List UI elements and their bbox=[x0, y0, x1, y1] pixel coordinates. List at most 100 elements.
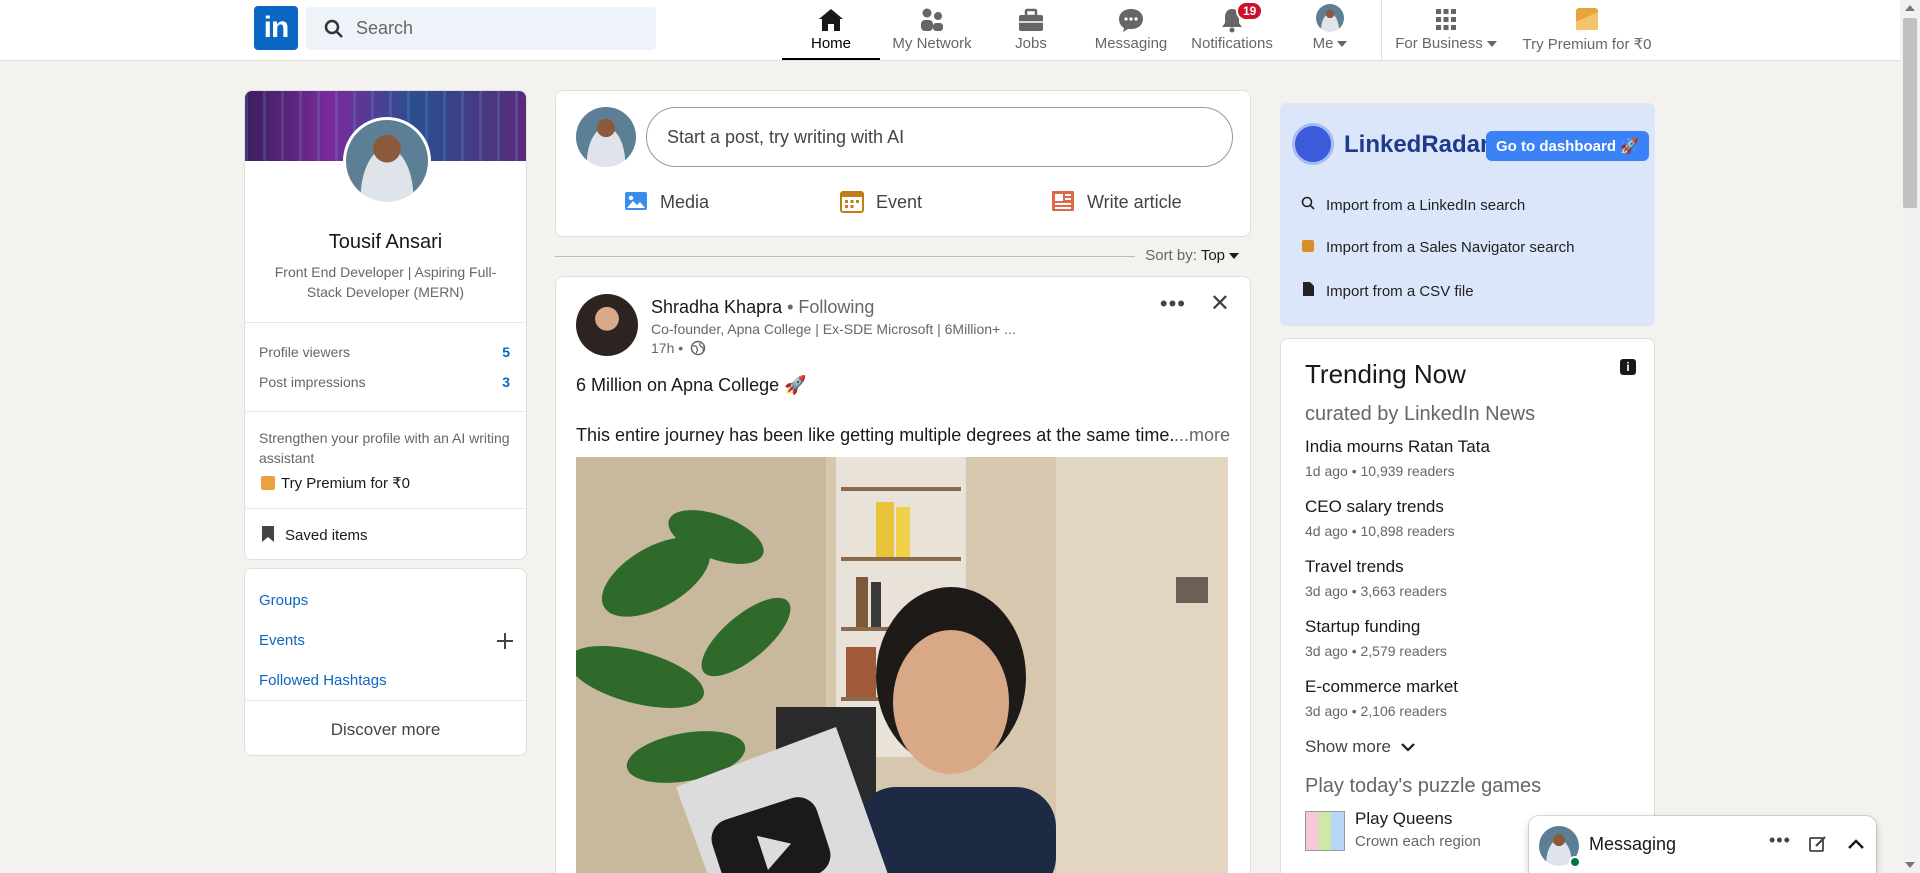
nav-try-premium[interactable]: Try Premium for ₹0 bbox=[1516, 0, 1658, 60]
caret-down-icon bbox=[1486, 41, 1497, 48]
sort-dropdown[interactable]: Sort by: Top bbox=[1145, 247, 1239, 264]
nav-my-network[interactable]: My Network bbox=[880, 0, 984, 60]
divider bbox=[245, 411, 526, 412]
nav-label: For Business bbox=[1392, 35, 1500, 52]
scroll-up-icon[interactable] bbox=[1905, 5, 1915, 11]
nav-messaging[interactable]: Messaging bbox=[1084, 0, 1178, 60]
puzzle-name[interactable]: Play Queens bbox=[1355, 809, 1452, 829]
stat-profile-viewers[interactable]: Profile viewers 5 bbox=[259, 344, 512, 360]
people-icon bbox=[921, 8, 943, 31]
nav-for-business[interactable]: For Business bbox=[1392, 0, 1500, 60]
show-more-button[interactable]: Show more bbox=[1305, 737, 1416, 757]
post-text-line: This entire journey has been like gettin… bbox=[576, 425, 1175, 445]
followed-hashtags-link[interactable]: Followed Hashtags bbox=[259, 672, 387, 689]
divider bbox=[555, 256, 1135, 257]
article-icon bbox=[1052, 191, 1074, 211]
saved-items-link[interactable]: Saved items bbox=[261, 525, 368, 544]
trending-item[interactable]: E-commerce market 3d ago • 2,106 readers bbox=[1305, 677, 1458, 719]
chevron-down-icon bbox=[1400, 743, 1415, 752]
stat-value: 5 bbox=[502, 344, 510, 360]
nav-label: Notifications bbox=[1191, 35, 1273, 52]
profile-name[interactable]: Tousif Ansari bbox=[245, 231, 526, 254]
nav-divider bbox=[1381, 0, 1382, 60]
trending-card: Trending Now i curated by LinkedIn News … bbox=[1280, 338, 1655, 873]
nav-notifications[interactable]: 19 Notifications bbox=[1182, 0, 1282, 60]
nav-label: Me bbox=[1290, 35, 1370, 52]
see-more-link[interactable]: ...more bbox=[1174, 425, 1230, 446]
nav-jobs[interactable]: Jobs bbox=[990, 0, 1072, 60]
close-icon[interactable]: ✕ bbox=[1210, 289, 1230, 318]
image-icon bbox=[625, 192, 647, 210]
post-time: 17h • bbox=[651, 340, 706, 356]
premium-promo-text: Strengthen your profile with an AI writi… bbox=[259, 430, 510, 466]
trending-item[interactable]: CEO salary trends 4d ago • 10,898 readers bbox=[1305, 497, 1455, 539]
write-article-button[interactable]: Write article bbox=[1051, 189, 1182, 213]
linkedin-icon bbox=[1300, 239, 1316, 256]
post-image[interactable] bbox=[576, 457, 1228, 873]
bookmark-icon bbox=[262, 526, 274, 542]
post-text-line: 6 Million on Apna College 🚀 bbox=[576, 375, 807, 395]
profile-avatar[interactable] bbox=[343, 117, 431, 205]
avatar bbox=[1316, 4, 1344, 32]
try-premium-link[interactable]: Try Premium for ₹0 bbox=[261, 474, 410, 492]
compose-icon[interactable] bbox=[1809, 835, 1827, 853]
search-box[interactable] bbox=[306, 7, 656, 50]
share-box: Start a post, try writing with AI Media … bbox=[555, 90, 1251, 237]
global-nav: in Home My Network Jobs Messaging 19 Not… bbox=[0, 0, 1900, 61]
info-icon[interactable]: i bbox=[1620, 359, 1636, 375]
import-linkedin-search[interactable]: Import from a LinkedIn search bbox=[1300, 196, 1525, 214]
post-author[interactable]: Shradha Khapra • Following bbox=[651, 297, 874, 318]
plus-icon[interactable] bbox=[496, 632, 514, 650]
sort-bar: Sort by: Top bbox=[555, 247, 1251, 267]
profile-headline: Front End Developer | Aspiring Full-Stac… bbox=[274, 264, 497, 300]
divider bbox=[245, 322, 526, 323]
search-icon bbox=[1300, 196, 1316, 214]
groups-link[interactable]: Groups bbox=[259, 592, 308, 609]
stat-post-impressions[interactable]: Post impressions 3 bbox=[259, 374, 512, 390]
start-post-button[interactable]: Start a post, try writing with AI bbox=[646, 107, 1233, 167]
media-button[interactable]: Media bbox=[624, 189, 709, 213]
nav-label: Messaging bbox=[1094, 35, 1168, 52]
scroll-down-icon[interactable] bbox=[1905, 862, 1915, 868]
linkedin-logo[interactable]: in bbox=[254, 6, 298, 50]
search-input[interactable] bbox=[356, 7, 646, 50]
nav-home[interactable]: Home bbox=[782, 0, 880, 60]
premium-icon bbox=[1576, 8, 1598, 30]
author-headline: Co-founder, Apna College | Ex-SDE Micros… bbox=[651, 321, 1016, 337]
more-options-icon[interactable]: ••• bbox=[1160, 291, 1186, 317]
import-csv[interactable]: Import from a CSV file bbox=[1300, 282, 1474, 300]
avatar[interactable] bbox=[576, 107, 636, 167]
puzzle-subtitle: Crown each region bbox=[1355, 833, 1481, 850]
communities-card: Groups Events Followed Hashtags Discover… bbox=[244, 568, 527, 756]
radar-logo-icon bbox=[1292, 123, 1334, 165]
stat-value: 3 bbox=[502, 374, 510, 390]
caret-down-icon bbox=[1337, 41, 1348, 48]
author-avatar[interactable] bbox=[576, 294, 638, 356]
linkedradar-widget: LinkedRadar Go to dashboard 🚀 Import fro… bbox=[1280, 103, 1655, 326]
discover-more-button[interactable]: Discover more bbox=[245, 720, 526, 740]
globe-icon bbox=[690, 340, 706, 356]
go-to-dashboard-button[interactable]: Go to dashboard 🚀 bbox=[1486, 131, 1649, 161]
home-icon bbox=[819, 9, 843, 31]
more-options-icon[interactable]: ••• bbox=[1769, 830, 1791, 851]
events-link[interactable]: Events bbox=[259, 632, 305, 649]
profile-card: Tousif Ansari Front End Developer | Aspi… bbox=[244, 90, 527, 560]
queens-icon[interactable] bbox=[1305, 811, 1345, 851]
trending-item[interactable]: Startup funding 3d ago • 2,579 readers bbox=[1305, 617, 1447, 659]
import-sales-navigator[interactable]: Import from a Sales Navigator search bbox=[1300, 239, 1574, 256]
calendar-icon bbox=[840, 191, 864, 213]
following-label: • Following bbox=[782, 297, 875, 317]
search-icon bbox=[324, 19, 343, 38]
trending-item[interactable]: India mourns Ratan Tata 1d ago • 10,939 r… bbox=[1305, 437, 1490, 479]
nav-label: Home bbox=[810, 35, 851, 52]
scrollbar-thumb[interactable] bbox=[1903, 18, 1917, 208]
messaging-overlay[interactable]: Messaging ••• bbox=[1529, 816, 1876, 873]
nav-me[interactable]: Me bbox=[1290, 0, 1370, 60]
trending-item[interactable]: Travel trends 3d ago • 3,663 readers bbox=[1305, 557, 1447, 599]
page-scrollbar[interactable] bbox=[1900, 0, 1920, 873]
event-button[interactable]: Event bbox=[840, 189, 922, 213]
chevron-up-icon[interactable] bbox=[1847, 838, 1865, 850]
messaging-label: Messaging bbox=[1589, 834, 1677, 854]
online-status-icon bbox=[1569, 856, 1581, 868]
stat-label: Post impressions bbox=[259, 374, 366, 390]
